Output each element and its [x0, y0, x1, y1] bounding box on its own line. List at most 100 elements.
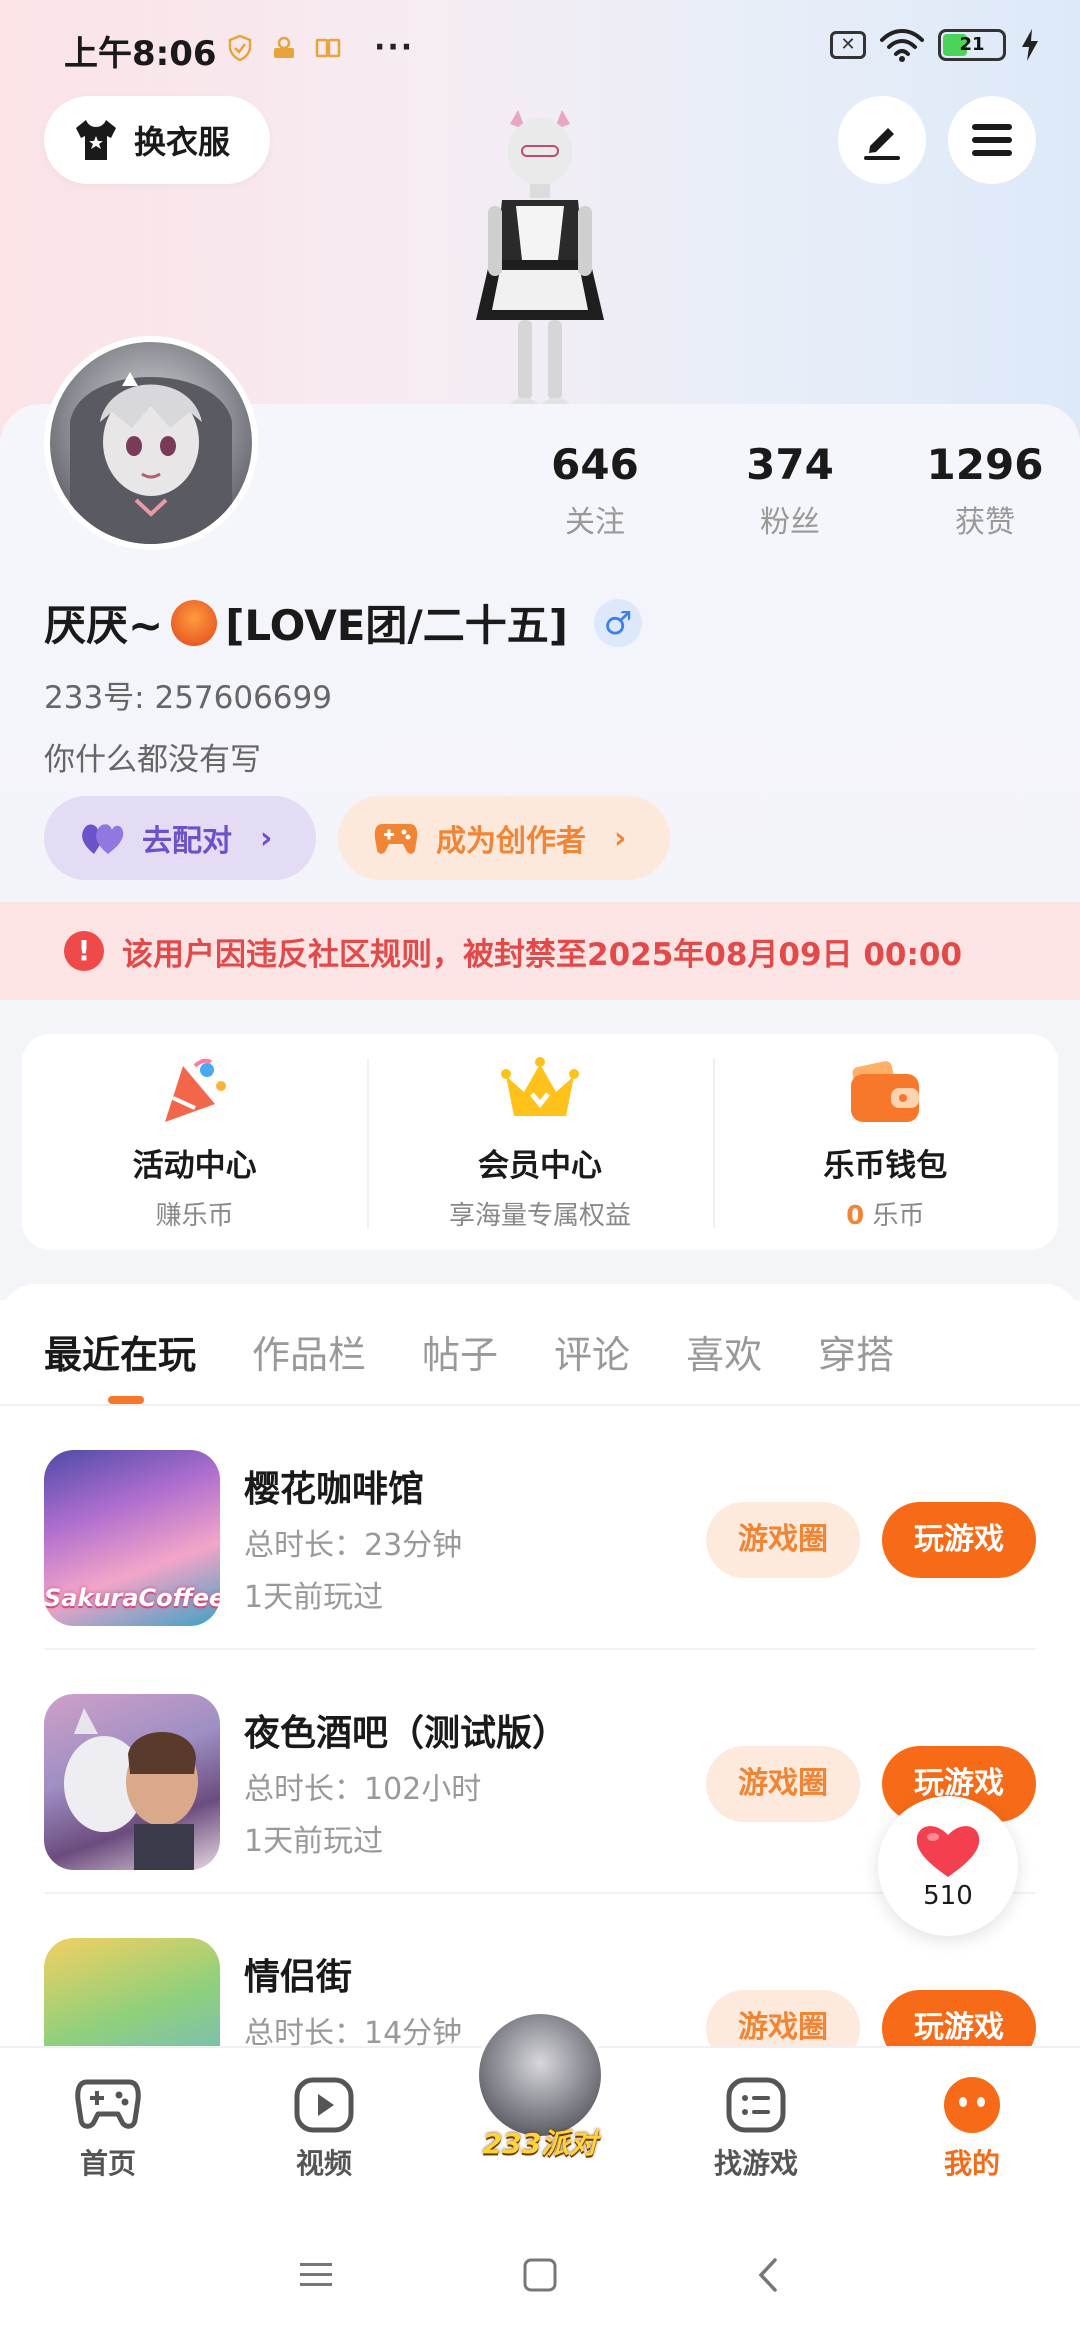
game-name: 樱花咖啡馆 — [244, 1469, 425, 1510]
nav-find-games-label: 找游戏 — [713, 2147, 798, 2180]
tab-recently-played[interactable]: 最近在玩 — [44, 1324, 196, 1404]
crown-icon — [500, 1057, 579, 1116]
double-heart-icon — [82, 824, 124, 854]
match-label: 去配对 — [142, 824, 232, 859]
status-bar: 上午8:06 ··· ✕ 21 — [0, 0, 1080, 96]
game-last-played: 1天前玩过 — [244, 1580, 384, 1615]
pen-icon — [864, 128, 900, 160]
coin-wallet-title: 乐币钱包 — [823, 1148, 948, 1184]
shield-notification-icon — [228, 34, 252, 61]
nav-video-label: 视频 — [295, 2147, 352, 2180]
me-face-icon — [944, 2077, 1000, 2133]
home-square-icon — [523, 2258, 557, 2292]
nav-home-label: 首页 — [79, 2147, 136, 2180]
recent-games-list: SakuraCoffee 樱花咖啡馆 总时长：23分钟 1天前玩过 游戏圈 玩游… — [0, 1406, 1080, 2046]
tab-likes[interactable]: 喜欢 — [686, 1324, 762, 1379]
nav-me[interactable]: 我的 — [902, 2076, 1042, 2182]
play-video-icon — [294, 2077, 354, 2133]
user-bio: 你什么都没有写 — [44, 742, 261, 778]
battery-indicator: 21 — [938, 29, 1006, 61]
nickname-suffix: [LOVE团/二十五] — [225, 601, 568, 650]
game-thumbnail[interactable]: SakuraCoffee — [44, 1450, 220, 1626]
user-avatar[interactable] — [44, 336, 258, 550]
member-center[interactable]: 会员中心 享海量专属权益 — [367, 1034, 712, 1250]
become-creator-label: 成为创作者 — [436, 824, 586, 859]
back-chevron-icon — [758, 2258, 777, 2292]
nav-home[interactable]: 首页 — [38, 2076, 178, 2182]
gamepad-icon — [75, 2079, 141, 2129]
shirt-icon — [76, 120, 116, 160]
tab-outfits[interactable]: 穿搭 — [818, 1324, 894, 1379]
avatar-character-figure[interactable] — [460, 110, 620, 420]
game-art — [64, 1708, 198, 1870]
likes-label: 获赞 — [955, 505, 1015, 540]
likes-count: 1296 — [926, 440, 1044, 489]
menu-button[interactable] — [948, 96, 1036, 184]
game-circle-button[interactable]: 游戏圈 — [706, 1746, 860, 1822]
become-creator-button[interactable]: 成为创作者 › — [338, 796, 670, 880]
nav-party-233[interactable]: 233派对 — [470, 2010, 610, 2190]
tab-works[interactable]: 作品栏 — [252, 1324, 366, 1379]
stat-followers[interactable]: 374 粉丝 — [715, 440, 865, 541]
tab-posts[interactable]: 帖子 — [422, 1324, 498, 1379]
gamepad-icon — [374, 824, 418, 854]
game-row[interactable]: SakuraCoffee 樱花咖啡馆 总时长：23分钟 1天前玩过 游戏圈 玩游… — [0, 1406, 1080, 1650]
chevron-right-icon: › — [260, 820, 273, 856]
tab-comments[interactable]: 评论 — [554, 1324, 630, 1379]
game-duration: 总时长：23分钟 — [244, 1528, 463, 1563]
activity-center-title: 活动中心 — [132, 1148, 257, 1184]
nav-video[interactable]: 视频 — [254, 2076, 394, 2182]
coin-unit: 乐币 — [864, 1201, 925, 1231]
hot-face-emoji-icon — [171, 599, 218, 646]
services-card: 活动中心 赚乐币 会员中心 享海量专属权益 乐币钱包 0 乐币 — [22, 1034, 1058, 1250]
stat-following[interactable]: 646 关注 — [520, 440, 670, 541]
recent-apps-button[interactable] — [286, 2250, 346, 2300]
user-id: 233号: 257606699 — [44, 680, 332, 716]
change-outfit-button[interactable]: 换衣服 — [44, 96, 270, 184]
notification-icons: ··· — [226, 30, 414, 65]
heart-icon — [916, 1826, 980, 1877]
nav-party-label: 233派对 — [482, 2127, 598, 2160]
nav-find-games[interactable]: 找游戏 — [686, 2076, 826, 2182]
wifi-icon — [880, 29, 924, 62]
game-duration: 总时长：14分钟 — [244, 2016, 463, 2046]
profile-stats: 646 关注 374 粉丝 1296 获赞 — [520, 440, 1060, 541]
play-game-button[interactable]: 玩游戏 — [882, 1990, 1036, 2046]
followers-count: 374 — [746, 440, 834, 489]
game-circle-button[interactable]: 游戏圈 — [706, 1990, 860, 2046]
user-nickname: 厌厌~ [LOVE团/二十五] ♂ — [44, 592, 642, 653]
activity-center-subtitle: 赚乐币 — [155, 1201, 234, 1231]
following-label: 关注 — [565, 505, 625, 540]
game-thumbnail[interactable] — [44, 1938, 220, 2046]
party-avatar — [475, 2010, 605, 2140]
warning-icon: ! — [64, 931, 104, 971]
home-button[interactable] — [510, 2250, 570, 2300]
game-thumbnail[interactable] — [44, 1694, 220, 1870]
system-navigation-bar — [0, 2210, 1080, 2340]
following-count: 646 — [551, 440, 639, 489]
ban-notice-text: 该用户因违反社区规则，被封禁至2025年08月09日 00:00 — [122, 936, 963, 973]
party-popper-icon — [164, 1058, 226, 1122]
nickname-prefix: 厌厌~ — [44, 601, 164, 650]
app-root: 上午8:06 ··· ✕ 21 换衣服 646 关注 374 粉丝 1296 获… — [0, 0, 1080, 2340]
content-tabs-area: 最近在玩 作品栏 帖子 评论 喜欢 穿搭 — [0, 1284, 1080, 1404]
battery-level: 21 — [959, 34, 985, 55]
charging-icon — [1022, 29, 1038, 61]
game-name: 情侣街 — [244, 1957, 353, 1998]
game-circle-button[interactable]: 游戏圈 — [706, 1502, 860, 1578]
play-game-button[interactable]: 玩游戏 — [882, 1502, 1036, 1578]
chevron-right-icon: › — [614, 820, 627, 856]
stat-likes[interactable]: 1296 获赞 — [910, 440, 1060, 541]
floating-like-button[interactable]: 510 — [878, 1796, 1018, 1936]
back-button[interactable] — [738, 2250, 798, 2300]
services-section: 活动中心 赚乐币 会员中心 享海量专属权益 乐币钱包 0 乐币 — [0, 1000, 1080, 1300]
edit-profile-button[interactable] — [838, 96, 926, 184]
activity-center[interactable]: 活动中心 赚乐币 — [22, 1034, 367, 1250]
match-button[interactable]: 去配对 › — [44, 796, 316, 880]
thumbnail-caption: SakuraCoffee — [44, 1584, 220, 1612]
recent-apps-icon — [300, 2263, 332, 2286]
coin-wallet-subtitle: 0 乐币 — [846, 1195, 924, 1232]
coin-wallet[interactable]: 乐币钱包 0 乐币 — [712, 1034, 1058, 1250]
system-status-icons: ✕ 21 — [830, 28, 1040, 62]
app-notification-icon — [274, 36, 294, 58]
